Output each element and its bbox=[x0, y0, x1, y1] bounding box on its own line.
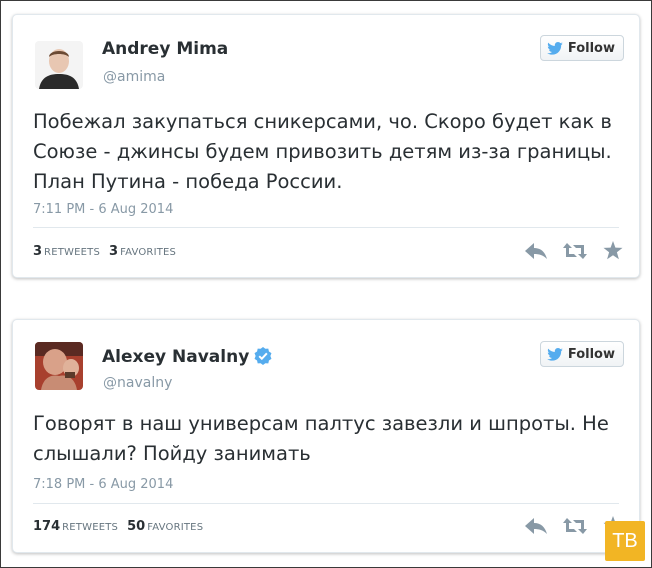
follow-label: Follow bbox=[567, 40, 615, 56]
retweets-label: RETWEETS bbox=[62, 522, 119, 533]
retweet-count[interactable]: 174 bbox=[33, 519, 60, 534]
retweet-icon[interactable] bbox=[563, 517, 587, 534]
tweet-text: Побежал закупаться сникерсами, чо. Скоро… bbox=[33, 110, 612, 193]
tweet-stats: 3 RETWEETS 3 FAVORITES bbox=[33, 244, 185, 259]
tweet-timestamp[interactable]: 7:18 PM - 6 Aug 2014 bbox=[33, 477, 173, 492]
twitter-bird-icon bbox=[547, 41, 563, 55]
follow-button[interactable]: Follow bbox=[539, 341, 624, 367]
avatar-navalny[interactable] bbox=[35, 342, 83, 390]
retweets-label: RETWEETS bbox=[44, 247, 101, 258]
author-name[interactable]: Andrey Mima bbox=[102, 39, 228, 59]
follow-button[interactable]: Follow bbox=[539, 35, 624, 61]
favorites-label: FAVORITES bbox=[120, 247, 177, 258]
tweet-actions bbox=[525, 241, 623, 260]
tweet-timestamp[interactable]: 7:11 PM - 6 Aug 2014 bbox=[33, 202, 173, 217]
avatar-amima[interactable] bbox=[35, 41, 83, 89]
reply-icon[interactable] bbox=[525, 517, 547, 534]
retweet-count[interactable]: 3 bbox=[33, 244, 42, 259]
retweet-icon[interactable] bbox=[563, 242, 587, 259]
favorite-star-icon[interactable] bbox=[603, 241, 623, 260]
tweet-stats: 174 RETWEETS 50 FAVORITES bbox=[33, 519, 212, 534]
follow-label: Follow bbox=[567, 346, 615, 362]
favorite-count[interactable]: 3 bbox=[109, 244, 118, 259]
divider bbox=[33, 503, 619, 504]
tweet-text: Говорят в наш универсам палтус завезли и… bbox=[33, 412, 609, 465]
favorites-label: FAVORITES bbox=[147, 522, 204, 533]
author-handle[interactable]: @navalny bbox=[103, 375, 172, 391]
divider bbox=[33, 227, 619, 228]
tweet-card-2: Alexey Navalny @navalny Follow Говорят в… bbox=[12, 319, 640, 553]
author-name[interactable]: Alexey Navalny bbox=[102, 347, 272, 367]
tweet-card-1: Andrey Mima @amima Follow Побежал закупа… bbox=[12, 14, 640, 278]
author-handle[interactable]: @amima bbox=[103, 69, 165, 85]
watermark-logo: ТВ bbox=[605, 521, 645, 561]
reply-icon[interactable] bbox=[525, 242, 547, 259]
favorite-count[interactable]: 50 bbox=[127, 519, 145, 534]
twitter-bird-icon bbox=[547, 347, 563, 361]
author-name-text: Alexey Navalny bbox=[102, 347, 250, 367]
verified-badge-icon bbox=[254, 347, 272, 365]
